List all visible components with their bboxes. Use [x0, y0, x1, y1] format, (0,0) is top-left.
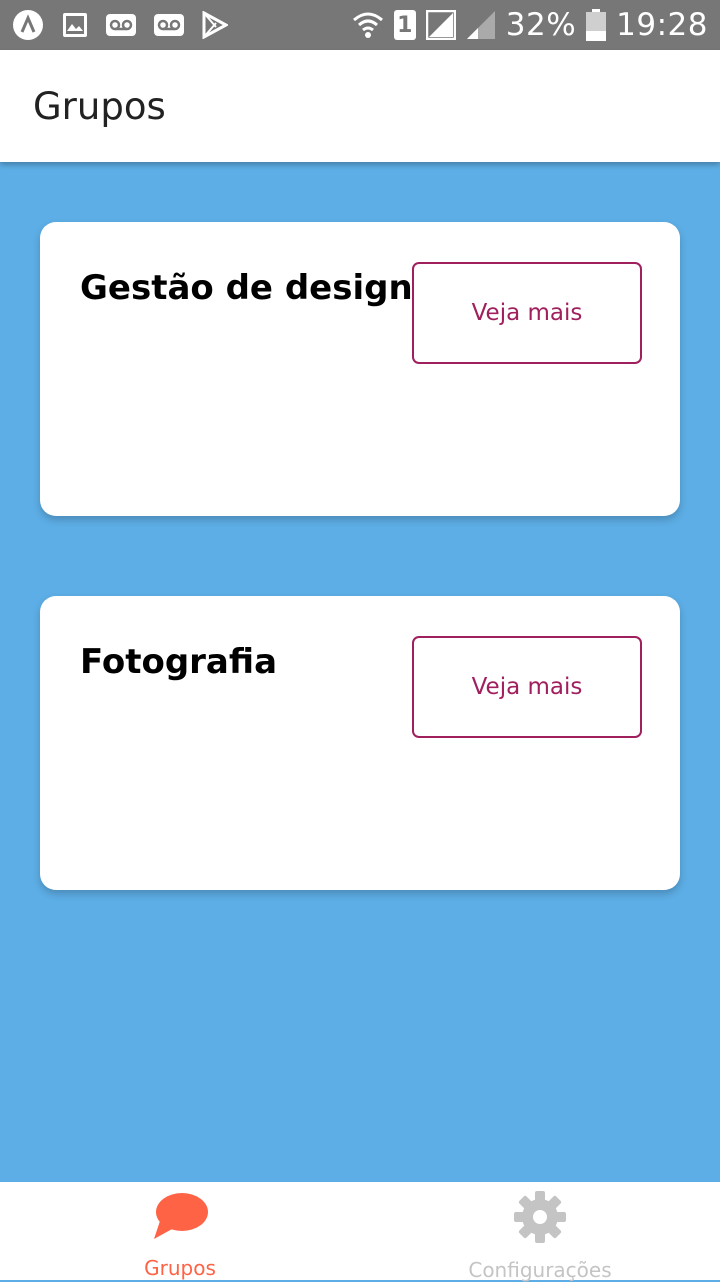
see-more-button[interactable]: Veja mais	[412, 636, 642, 738]
voicemail-icon	[106, 14, 136, 36]
group-card: Gestão de design Veja mais	[40, 222, 680, 516]
app-bar: Grupos	[0, 50, 720, 162]
voicemail-icon	[154, 14, 184, 36]
status-bar-system: 1 32% 19:28	[342, 7, 708, 43]
chat-bubble-icon	[152, 1190, 208, 1242]
app-icon	[12, 9, 44, 41]
nav-label-grupos: Grupos	[144, 1256, 216, 1280]
groups-list: Gestão de design Veja mais Fotografia Ve…	[0, 162, 720, 1182]
sim-icon: 1	[393, 10, 416, 40]
nav-item-configuracoes[interactable]: Configurações	[360, 1182, 720, 1282]
image-icon	[62, 12, 88, 38]
signal-icon	[466, 10, 496, 40]
wifi-icon	[352, 10, 384, 40]
page-title: Grupos	[33, 84, 166, 128]
bottom-nav: Grupos Configurações	[0, 1182, 720, 1282]
gear-icon	[513, 1190, 567, 1244]
signal-icon	[425, 10, 456, 40]
nav-label-configuracoes: Configurações	[468, 1258, 612, 1282]
group-title: Gestão de design	[80, 268, 413, 308]
group-title: Fotografia	[80, 642, 278, 682]
battery-icon	[586, 9, 607, 41]
group-card: Fotografia Veja mais	[40, 596, 680, 890]
nav-item-grupos[interactable]: Grupos	[0, 1182, 360, 1280]
play-store-icon	[202, 11, 228, 39]
battery-percent: 32%	[505, 7, 577, 43]
see-more-button[interactable]: Veja mais	[412, 262, 642, 364]
status-bar: 1 32% 19:28	[0, 0, 720, 50]
status-bar-notifications	[12, 9, 246, 41]
clock: 19:28	[616, 7, 708, 43]
